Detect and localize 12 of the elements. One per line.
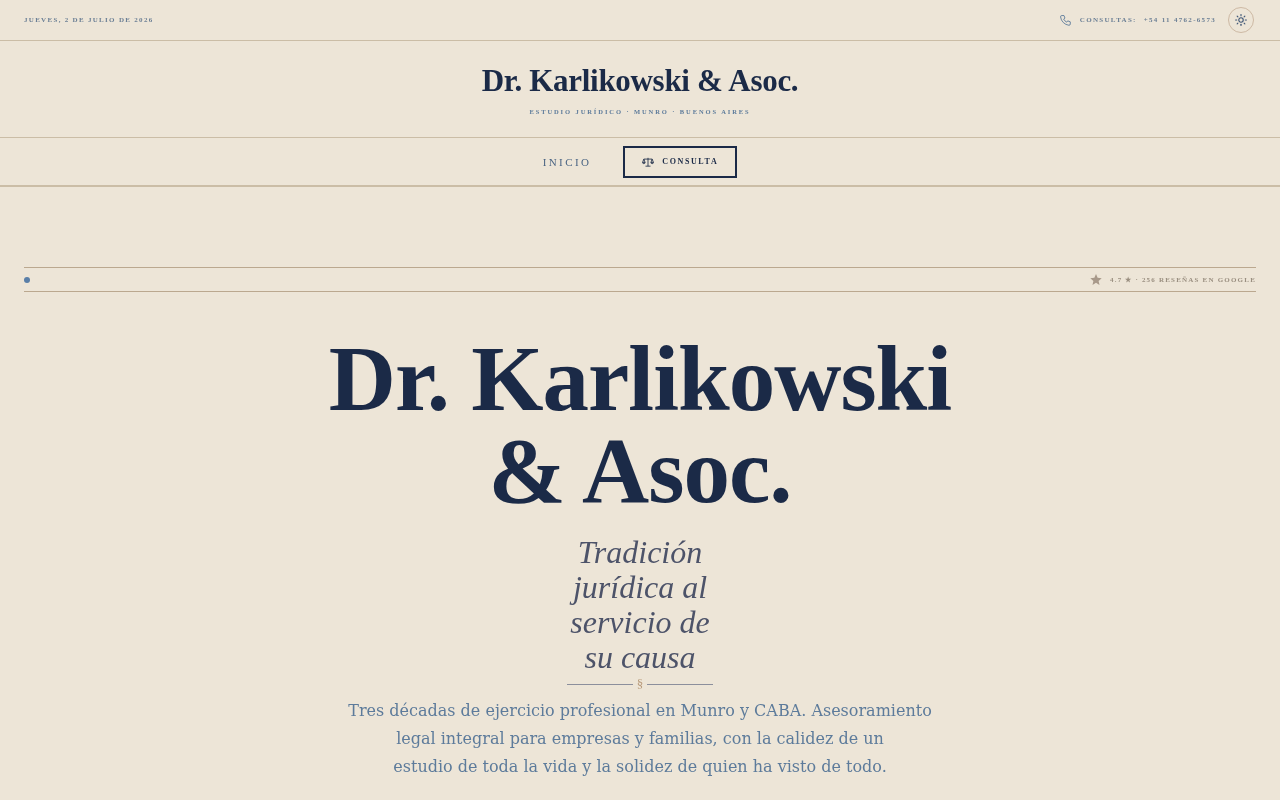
sun-icon [1235, 14, 1247, 26]
section-sign: § [636, 677, 644, 691]
site-title: Dr. Karlikowski & Asoc. [481, 63, 799, 99]
dot-icon [24, 276, 30, 283]
nav-link[interactable]: INICIO [542, 155, 592, 168]
consult-button[interactable]: CONSULTA [623, 145, 738, 178]
star-icon [1090, 274, 1102, 285]
hero-description: Tres décadas de ejercicio profesional en Munro y CABA. Asesoramiento legal integral para empresas y familias, con la calidez de un estudio de toda la vida y la solidez de quien ha visto de todo. [347, 700, 933, 778]
hero-title: Dr. Karlikowski & Asoc. [327, 333, 953, 517]
hero-tagline: Tradición jurídica al servicio de su causa [568, 535, 711, 675]
scale-icon [642, 156, 655, 167]
phone-icon [1059, 14, 1071, 26]
